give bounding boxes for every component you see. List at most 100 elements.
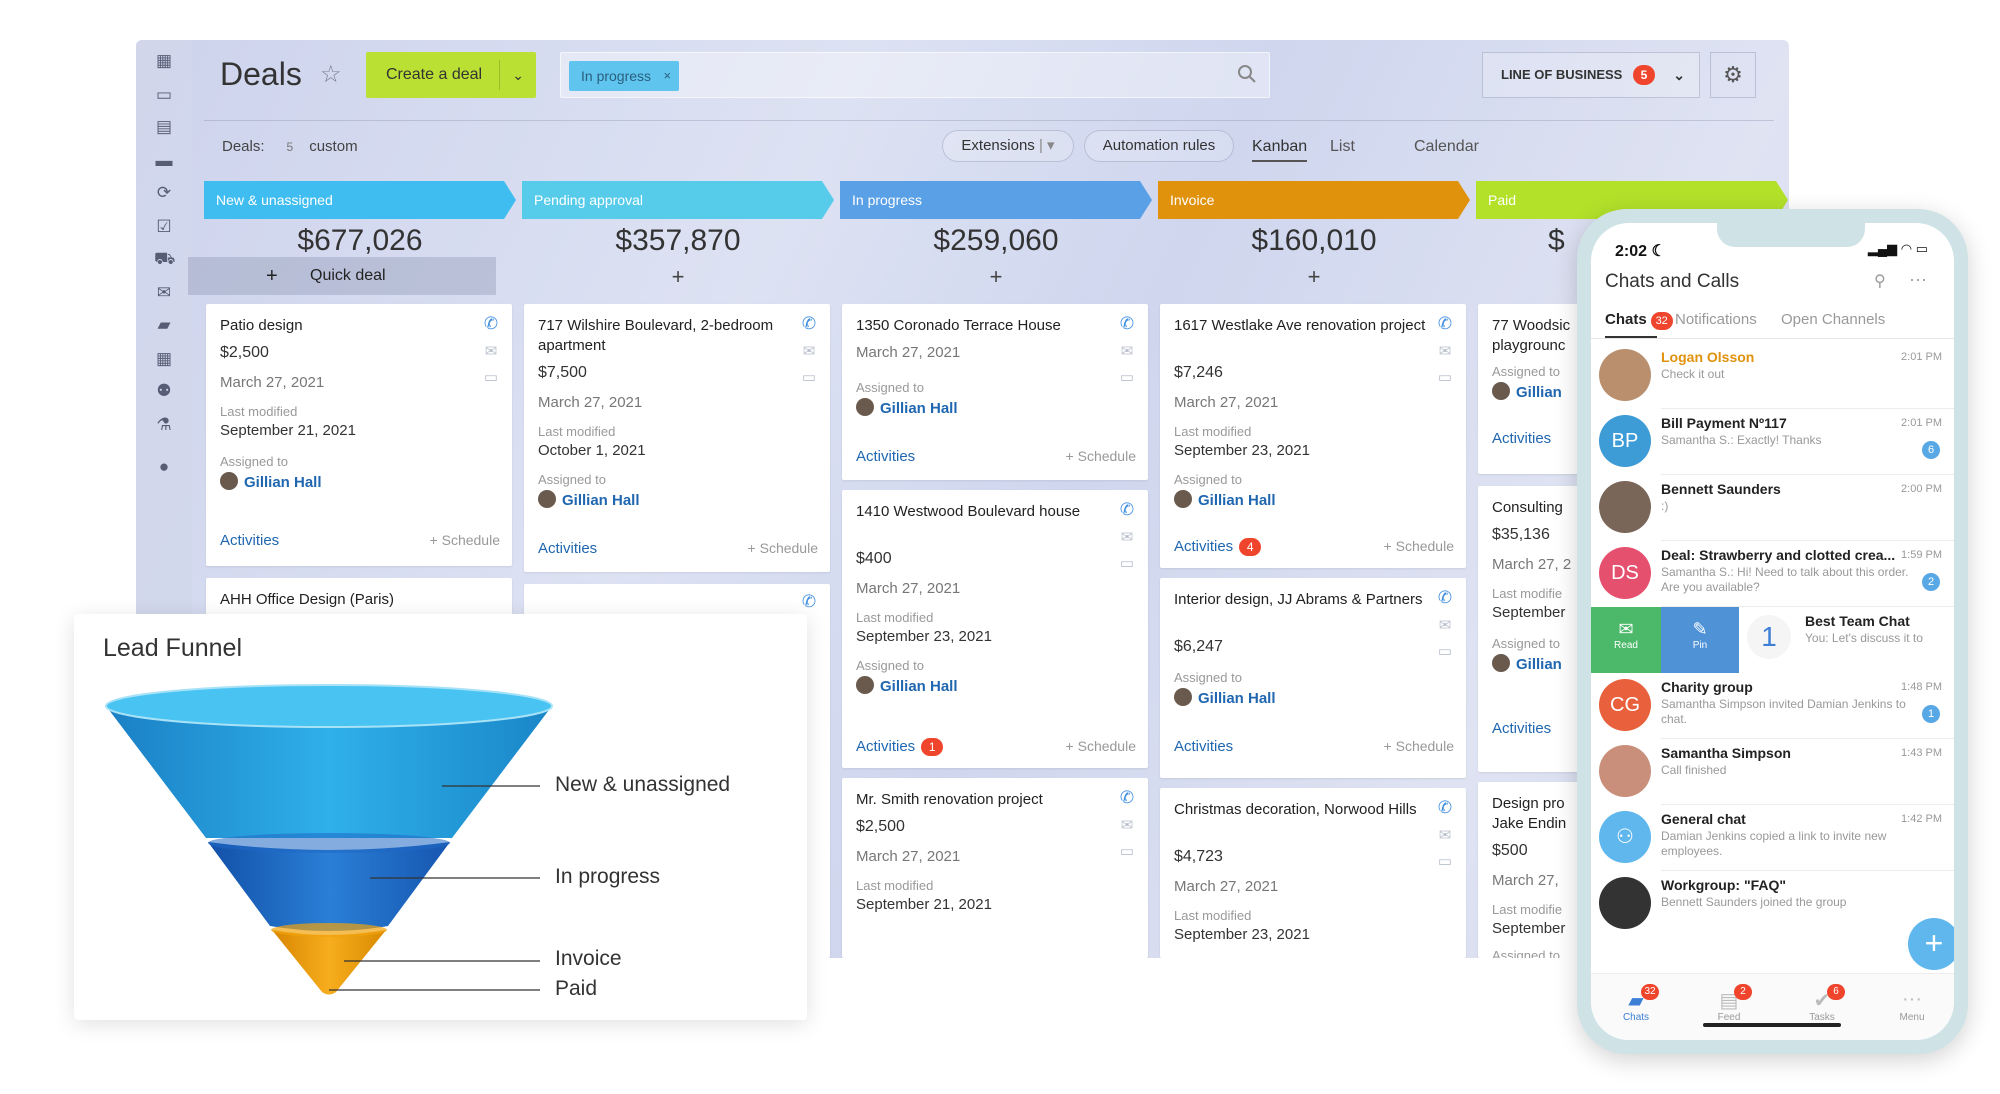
close-icon[interactable]: ×	[663, 61, 671, 91]
mail-icon[interactable]: ✉	[1436, 618, 1454, 634]
window-icon[interactable]: ▭	[154, 86, 174, 104]
activities-link[interactable]: Activities	[538, 540, 597, 557]
deal-card[interactable]: Patio design ✆ ✉ ▭ $2,500 March 27, 2021…	[206, 304, 512, 566]
deal-title[interactable]: AHH Office Design (Paris)	[220, 590, 472, 610]
deal-title[interactable]: 1617 Westlake Ave renovation project	[1174, 316, 1426, 336]
assignee[interactable]: Gillian Hall	[538, 490, 640, 509]
chat-item[interactable]: Logan Olsson Check it out 2:01 PM	[1591, 343, 1954, 409]
chevron-down-icon[interactable]: ⌄	[512, 52, 524, 98]
mail-icon[interactable]: ✉	[1118, 530, 1136, 546]
schedule-link[interactable]: + Schedule	[1066, 738, 1136, 754]
chat-icon[interactable]: ▭	[482, 370, 500, 386]
deal-card[interactable]: 1617 Westlake Ave renovation project ✆ ✉…	[1160, 304, 1466, 568]
deal-title[interactable]: Design pro Jake Endin	[1492, 794, 1576, 834]
mail-icon[interactable]: ✉	[1436, 344, 1454, 360]
add-chat-button[interactable]: +	[1908, 918, 1954, 970]
read-action-button[interactable]: ✉ Read	[1591, 607, 1661, 673]
deal-title[interactable]: 1410 Westwood Boulevard house	[856, 502, 1108, 522]
mail-icon[interactable]: ✉	[800, 344, 818, 360]
activities-link[interactable]: Activities	[1174, 738, 1233, 755]
chat-item-swiped[interactable]: ✉ Read ✎ Pin 1 Best Team Chat You: Let's d…	[1591, 607, 1954, 673]
deal-card[interactable]: Christmas decoration, Norwood Hills ✆ ✉ …	[1160, 788, 1466, 958]
activities-link[interactable]: Activities	[856, 448, 915, 465]
assignee[interactable]: Gillian Hall	[856, 398, 958, 417]
chat-item[interactable]: Bennett Saunders :) 2:00 PM	[1591, 475, 1954, 541]
deal-card[interactable]: 717 Wilshire Boulevard, 2-bedroom apartm…	[524, 304, 830, 572]
assignee[interactable]: Gillian Hall	[856, 676, 958, 695]
phone-icon[interactable]: ✆	[800, 315, 818, 332]
phone-icon[interactable]: ✆	[482, 315, 500, 332]
stage-header[interactable]: Pending approval	[522, 181, 834, 219]
add-deal-button[interactable]: +	[840, 264, 1152, 290]
chat-icon[interactable]: ▭	[1118, 370, 1136, 386]
nav-tasks[interactable]: ✔ Tasks 6	[1787, 984, 1857, 1023]
grid-icon[interactable]: ▦	[154, 52, 174, 70]
chat-icon[interactable]: ▰	[154, 316, 174, 334]
nav-feed[interactable]: ▤ Feed 2	[1694, 984, 1764, 1023]
phone-icon[interactable]: ✆	[800, 593, 818, 610]
deals-filter[interactable]: custom	[309, 138, 357, 155]
star-icon[interactable]: ☆	[320, 60, 342, 89]
checkbox-icon[interactable]: ☑	[154, 218, 174, 236]
assignee[interactable]: Gillian	[1492, 654, 1562, 673]
quick-deal-button[interactable]: + Quick deal	[188, 257, 496, 295]
deal-card[interactable]: 1410 Westwood Boulevard house ✆ ✉ ▭ $400…	[842, 490, 1148, 768]
activities-link[interactable]: Activities	[1492, 430, 1551, 447]
deal-card[interactable]: Interior design, JJ Abrams & Partners ✆ …	[1160, 578, 1466, 778]
deal-title[interactable]: Christmas decoration, Norwood Hills	[1174, 800, 1426, 820]
chat-item[interactable]: Workgroup: "FAQ" Bennett Saunders joined…	[1591, 871, 1954, 937]
chat-icon[interactable]: ▭	[800, 370, 818, 386]
gear-icon[interactable]: ⚙	[1710, 52, 1756, 98]
create-deal-button[interactable]: Create a deal ⌄	[366, 52, 536, 98]
schedule-link[interactable]: + Schedule	[430, 532, 500, 548]
automation-rules-button[interactable]: Automation rules	[1084, 130, 1234, 162]
users-icon[interactable]: ⚉	[154, 382, 174, 400]
assignee[interactable]: Gillian	[1492, 382, 1562, 401]
deal-title[interactable]: 77 Woodsic playgrounc	[1492, 316, 1576, 356]
line-of-business-button[interactable]: LINE OF BUSINESS 5 ⌄	[1482, 52, 1700, 98]
deal-card[interactable]: Mr. Smith renovation project ✆ ✉ ▭ $2,50…	[842, 778, 1148, 958]
contact-card-icon[interactable]: ▤	[154, 118, 174, 136]
chat-item[interactable]: DS Deal: Strawberry and clotted crea... …	[1591, 541, 1954, 607]
activities-link[interactable]: Activities 1	[856, 738, 944, 756]
assignee[interactable]: Gillian Hall	[1174, 490, 1276, 509]
stage-header[interactable]: In progress	[840, 181, 1152, 219]
activities-link[interactable]: Activities	[220, 532, 279, 549]
chat-icon[interactable]: ▭	[1436, 644, 1454, 660]
tab-open-channels[interactable]: Open Channels	[1781, 311, 1885, 328]
search-icon[interactable]	[1237, 64, 1257, 84]
deal-title[interactable]: 717 Wilshire Boulevard, 2-bedroom apartm…	[538, 316, 790, 356]
flask-icon[interactable]: ⚗	[154, 416, 174, 434]
cart-icon[interactable]: ⛟	[154, 250, 175, 268]
mail-icon[interactable]: ✉	[1118, 818, 1136, 834]
stage-header[interactable]: New & unassigned	[204, 181, 516, 219]
schedule-link[interactable]: + Schedule	[1384, 538, 1454, 554]
chat-item[interactable]: ⚇ General chat Damian Jenkins copied a l…	[1591, 805, 1954, 871]
more-icon[interactable]: ···	[1909, 269, 1927, 290]
filter-chip[interactable]: In progress ×	[569, 61, 680, 91]
search-input[interactable]: In progress ×	[560, 52, 1270, 98]
add-deal-button[interactable]: +	[1158, 264, 1470, 290]
chat-icon[interactable]: ▭	[1436, 370, 1454, 386]
deal-title[interactable]: Patio design	[220, 316, 472, 336]
nav-chats[interactable]: ▰ Chats 32	[1601, 984, 1671, 1023]
phone-icon[interactable]: ✆	[1118, 501, 1136, 518]
tab-calendar[interactable]: Calendar	[1414, 138, 1479, 156]
chat-item[interactable]: CG Charity group Samantha Simpson invite…	[1591, 673, 1954, 739]
chat-item[interactable]: BP Bill Payment Nº117 Samantha S.: Exact…	[1591, 409, 1954, 475]
tab-list[interactable]: List	[1330, 138, 1355, 156]
phone-icon[interactable]: ✆	[1118, 789, 1136, 806]
phone-icon[interactable]: ✆	[1436, 315, 1454, 332]
sync-icon[interactable]: ⟳	[154, 184, 174, 202]
search-icon[interactable]: ⚲	[1874, 271, 1886, 291]
assignee[interactable]: Gillian Hall	[1174, 688, 1276, 707]
schedule-link[interactable]: + Schedule	[1066, 448, 1136, 464]
deal-card[interactable]: AHH Office Design (Paris)	[206, 578, 512, 618]
schedule-link[interactable]: + Schedule	[1384, 738, 1454, 754]
mail-icon[interactable]: ✉	[482, 344, 500, 360]
add-deal-button[interactable]: +	[522, 264, 834, 290]
nav-menu[interactable]: ··· Menu	[1877, 988, 1947, 1023]
activities-link[interactable]: Activities	[1492, 720, 1551, 737]
deal-card[interactable]: 1350 Coronado Terrace House ✆ ✉ ▭ March …	[842, 304, 1148, 480]
tab-kanban[interactable]: Kanban	[1252, 138, 1308, 162]
